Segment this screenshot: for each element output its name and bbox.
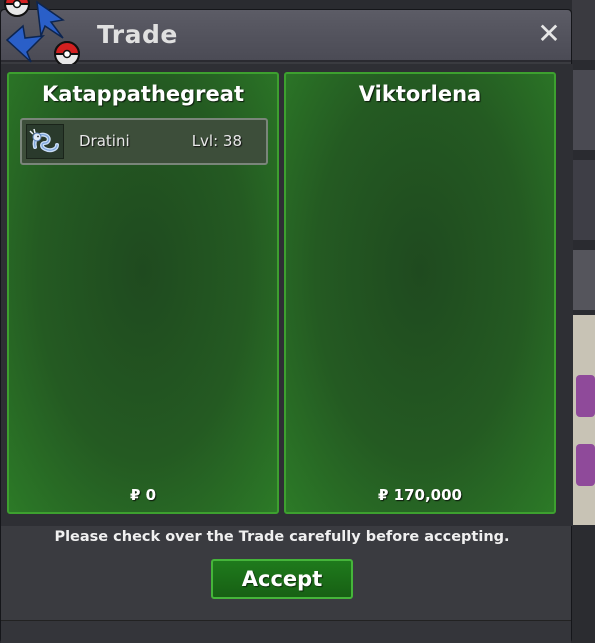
background-tile — [576, 375, 595, 417]
trade-notice: Please check over the Trade carefully be… — [54, 529, 510, 545]
window-bottom-bar — [1, 620, 571, 643]
accept-button[interactable]: Accept — [211, 559, 353, 599]
background-tile — [576, 444, 595, 486]
trade-panel-right: Viktorlena ₽ 170,000 — [284, 72, 556, 514]
background-tile — [572, 70, 595, 150]
money-amount-left: ₽ 0 — [129, 486, 157, 504]
dratini-sprite-icon — [29, 128, 59, 153]
trade-panels: Katappathegreat Dratini Lvl: 38 ₽ 0 Vikt… — [1, 64, 573, 526]
item-icon-frame — [26, 124, 64, 159]
background-tile — [572, 530, 595, 643]
trade-item-slot[interactable]: Dratini Lvl: 38 — [20, 118, 268, 165]
background-tile — [572, 0, 595, 60]
trade-panel-left: Katappathegreat Dratini Lvl: 38 ₽ 0 — [7, 72, 279, 514]
trade-window: Trade ✕ Katappathegreat Dratini Lvl: 38 … — [0, 0, 573, 643]
window-title: Trade — [97, 20, 178, 49]
close-button[interactable]: ✕ — [535, 20, 563, 48]
trader-name-left: Katappathegreat — [42, 82, 244, 106]
trader-name-right: Viktorlena — [358, 82, 482, 106]
background-tile — [572, 315, 595, 525]
item-level: Lvl: 38 — [191, 132, 242, 150]
background-tile — [572, 160, 595, 240]
background-tile — [572, 250, 595, 310]
money-amount-right: ₽ 170,000 — [378, 486, 462, 504]
item-name: Dratini — [79, 132, 130, 150]
